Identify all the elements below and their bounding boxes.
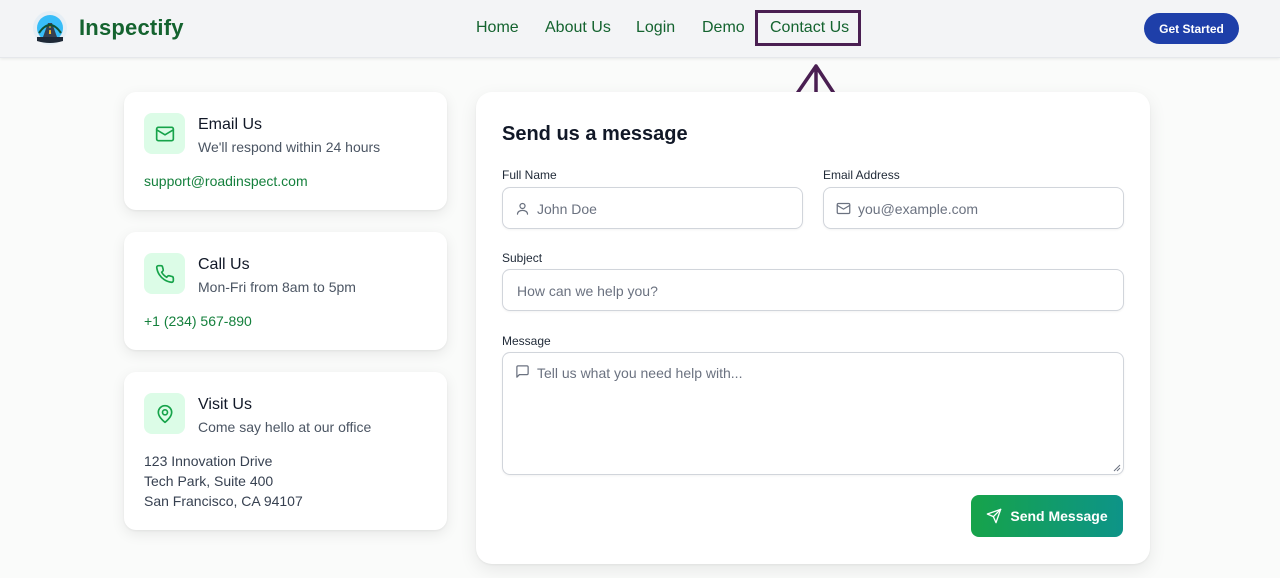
nav-about-us[interactable]: About Us [545, 19, 611, 37]
map-pin-icon [144, 393, 185, 434]
visit-card-title: Visit Us [198, 396, 252, 413]
visit-card-subtitle: Come say hello at our office [198, 419, 372, 435]
nav-demo[interactable]: Demo [702, 19, 745, 37]
resize-grip-icon[interactable] [1113, 464, 1121, 472]
message-label: Message [502, 334, 551, 348]
mail-input-icon [836, 202, 851, 215]
message-field-wrap [502, 352, 1124, 475]
subject-field-wrap [502, 269, 1124, 311]
support-email-link[interactable]: support@roadinspect.com [144, 173, 308, 189]
phone-icon [144, 253, 185, 294]
top-navbar: Inspectify Home About Us Login Demo Cont… [0, 0, 1280, 58]
email-card: Email Us We'll respond within 24 hours s… [124, 92, 447, 210]
road-logo-icon [33, 11, 67, 45]
email-input[interactable] [858, 199, 1108, 219]
form-title: Send us a message [502, 123, 688, 145]
call-card: Call Us Mon-Fri from 8am to 5pm +1 (234)… [124, 232, 447, 350]
send-message-button[interactable]: Send Message [971, 495, 1123, 537]
full-name-field-wrap [502, 187, 803, 229]
visit-card: Visit Us Come say hello at our office 12… [124, 372, 447, 530]
phone-number-link[interactable]: +1 (234) 567-890 [144, 313, 252, 329]
email-address-label: Email Address [823, 168, 900, 182]
message-textarea[interactable] [537, 365, 1107, 465]
full-name-label: Full Name [502, 168, 557, 182]
user-icon [516, 202, 529, 215]
message-square-icon [516, 365, 529, 378]
address-line-1: 123 Innovation Drive [144, 453, 273, 469]
send-message-label: Send Message [1010, 508, 1108, 524]
subject-label: Subject [502, 251, 543, 265]
address-line-3: San Francisco, CA 94107 [144, 493, 303, 509]
nav-login[interactable]: Login [636, 19, 675, 37]
nav-home[interactable]: Home [476, 19, 519, 37]
address-line-2: Tech Park, Suite 400 [144, 473, 274, 489]
full-name-input[interactable] [537, 199, 787, 219]
send-icon [987, 508, 1002, 524]
get-started-button[interactable]: Get Started [1144, 13, 1239, 44]
annotation-highlight-box [755, 10, 861, 46]
call-card-subtitle: Mon-Fri from 8am to 5pm [198, 279, 356, 295]
email-field-wrap [823, 187, 1124, 229]
brand-name: Inspectify [79, 15, 184, 40]
mail-icon [144, 113, 185, 154]
call-card-title: Call Us [198, 256, 250, 273]
logo[interactable]: Inspectify [33, 11, 184, 45]
subject-input[interactable] [517, 281, 1107, 301]
email-card-title: Email Us [198, 116, 263, 133]
contact-form: Send us a message Full Name Email Addres… [476, 92, 1150, 564]
email-card-subtitle: We'll respond within 24 hours [198, 139, 381, 155]
